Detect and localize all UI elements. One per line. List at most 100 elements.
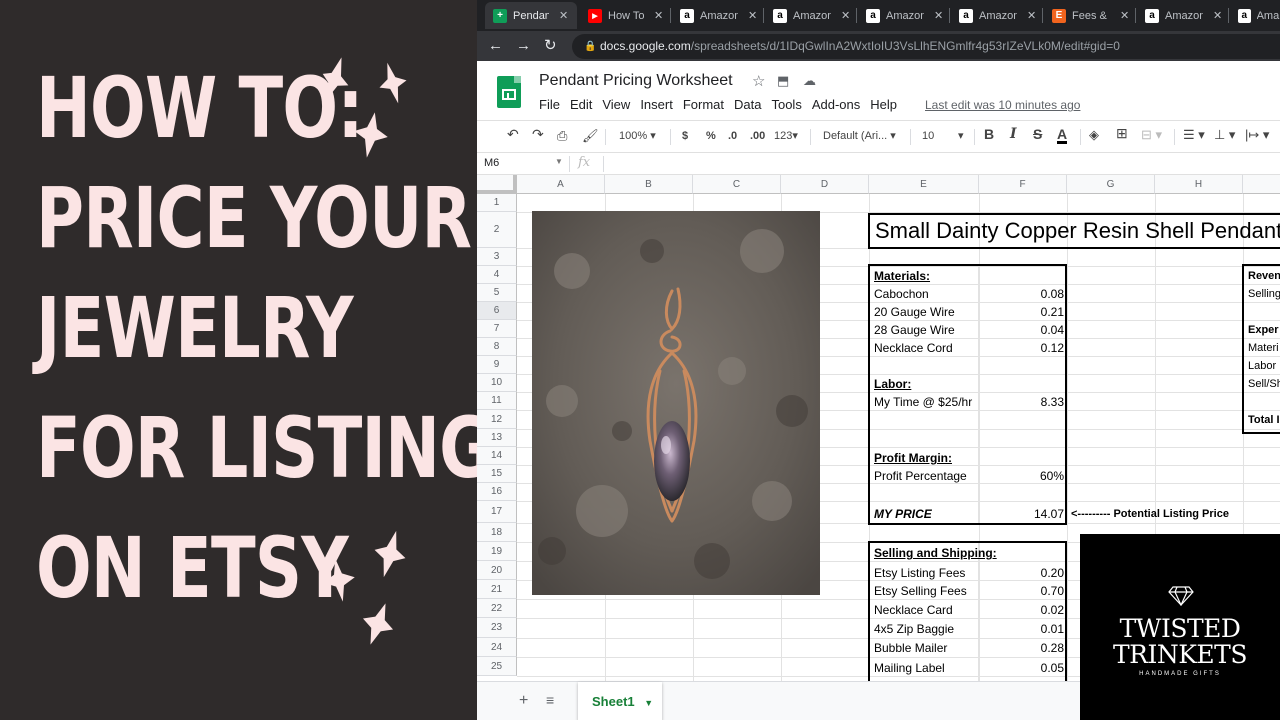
menu-format[interactable]: Format xyxy=(683,97,724,112)
close-icon[interactable]: ✕ xyxy=(1213,9,1222,22)
material-value[interactable]: 0.04 xyxy=(982,321,1064,339)
selling-header[interactable]: Selling and Shipping: xyxy=(874,544,997,562)
column-header[interactable]: E xyxy=(869,175,979,194)
materials-header[interactable]: Materials: xyxy=(874,267,930,285)
menu-file[interactable]: File xyxy=(539,97,560,112)
paint-format-icon[interactable]: 🖌 xyxy=(582,128,599,143)
url-field[interactable]: 🔒 docs.google.com/spreadsheets/d/1IDqGwl… xyxy=(572,34,1280,59)
row-header[interactable]: 4 xyxy=(477,266,517,284)
browser-tab[interactable]: ▶ How To ✕ xyxy=(580,2,668,29)
close-icon[interactable]: ✕ xyxy=(654,9,663,22)
selling-value[interactable]: 0.02 xyxy=(982,601,1064,619)
row-header[interactable]: 24 xyxy=(477,638,517,657)
font-select[interactable]: Default (Ari... ▾ xyxy=(823,129,903,144)
row-header[interactable]: 11 xyxy=(477,392,517,410)
browser-tab[interactable]: a Amazon ✕ xyxy=(765,2,855,29)
selling-price-label[interactable]: Selling xyxy=(1248,285,1280,303)
labor-name[interactable]: My Time @ $25/hr xyxy=(874,393,972,411)
close-icon[interactable]: ✕ xyxy=(748,9,757,22)
row-header[interactable]: 14 xyxy=(477,447,517,465)
text-color-button[interactable]: A xyxy=(1057,127,1068,144)
forward-icon[interactable]: → xyxy=(516,37,531,55)
back-icon[interactable]: ← xyxy=(488,37,503,55)
menu-view[interactable]: View xyxy=(602,97,630,112)
column-header[interactable] xyxy=(1243,175,1280,194)
selling-value[interactable]: 0.20 xyxy=(982,564,1064,582)
row-header[interactable]: 22 xyxy=(477,599,517,618)
selling-name[interactable]: Etsy Listing Fees xyxy=(874,564,965,582)
print-icon[interactable]: ⎙ xyxy=(557,128,567,143)
menu-insert[interactable]: Insert xyxy=(640,97,673,112)
material-value[interactable]: 0.21 xyxy=(982,303,1064,321)
menu-addons[interactable]: Add-ons xyxy=(812,97,860,112)
font-size-select[interactable]: 10 xyxy=(922,129,934,144)
strikethrough-button[interactable]: S xyxy=(1033,127,1042,142)
close-icon[interactable]: ✕ xyxy=(934,9,943,22)
increase-decimal-button[interactable]: .00 xyxy=(750,129,765,144)
profit-value[interactable]: 60% xyxy=(982,467,1064,485)
selling-value[interactable]: 0.05 xyxy=(982,659,1064,677)
browser-tab[interactable]: a Amazon ✕ xyxy=(858,2,948,29)
browser-tab[interactable]: a Ama xyxy=(1230,2,1280,29)
row-header[interactable]: 6 xyxy=(477,302,517,320)
menu-tools[interactable]: Tools xyxy=(771,97,801,112)
row-header[interactable]: 12 xyxy=(477,410,517,429)
pendant-title-cell[interactable]: Small Dainty Copper Resin Shell Pendant xyxy=(868,213,1280,249)
row-header[interactable]: 9 xyxy=(477,356,517,374)
select-all-corner[interactable] xyxy=(477,175,517,194)
close-icon[interactable]: ✕ xyxy=(1027,9,1036,22)
selling-name[interactable]: Mailing Label xyxy=(874,659,945,677)
column-header[interactable]: D xyxy=(781,175,869,194)
profit-header[interactable]: Profit Margin: xyxy=(874,449,952,467)
vertical-align-icon[interactable]: ⊥ ▾ xyxy=(1214,127,1235,142)
row-header[interactable]: 19 xyxy=(477,542,517,561)
selling-name[interactable]: 4x5 Zip Baggie xyxy=(874,620,954,638)
menu-help[interactable]: Help xyxy=(870,97,897,112)
row-header[interactable]: 2 xyxy=(477,212,517,248)
row-header[interactable]: 1 xyxy=(477,194,517,212)
material-value[interactable]: 0.12 xyxy=(982,339,1064,357)
material-name[interactable]: Necklace Cord xyxy=(874,339,953,357)
browser-tab[interactable]: + Pendant ✕ xyxy=(485,2,577,29)
profit-name[interactable]: Profit Percentage xyxy=(874,467,967,485)
undo-icon[interactable]: ↶ xyxy=(507,127,519,142)
more-formats-select[interactable]: 123▾ xyxy=(774,129,798,144)
sheets-logo-icon[interactable] xyxy=(497,76,521,108)
total-label[interactable]: Total I xyxy=(1248,411,1280,429)
percent-button[interactable]: % xyxy=(706,129,716,144)
browser-tab[interactable]: a Amazon ✕ xyxy=(672,2,762,29)
column-header[interactable]: B xyxy=(605,175,693,194)
menu-edit[interactable]: Edit xyxy=(570,97,592,112)
reload-icon[interactable]: ↻ xyxy=(544,37,557,55)
borders-icon[interactable]: ⊞ xyxy=(1116,126,1128,141)
potential-listing-note[interactable]: <--------- Potential Listing Price xyxy=(1071,508,1229,520)
expense-sell-ship[interactable]: Sell/Sh xyxy=(1248,375,1280,393)
cloud-status-icon[interactable]: ☁ xyxy=(803,73,816,89)
column-header[interactable]: G xyxy=(1067,175,1155,194)
row-header[interactable]: 10 xyxy=(477,374,517,392)
row-header[interactable]: 16 xyxy=(477,483,517,501)
document-title[interactable]: Pendant Pricing Worksheet xyxy=(539,72,733,90)
expense-labor[interactable]: Labor xyxy=(1248,357,1276,375)
row-header[interactable]: 20 xyxy=(477,561,517,580)
selling-name[interactable]: Bubble Mailer xyxy=(874,639,947,657)
lock-icon[interactable]: 🔒 xyxy=(584,34,596,59)
zoom-select[interactable]: 100% ▾ xyxy=(619,129,656,144)
currency-button[interactable]: $ xyxy=(682,129,688,144)
column-header[interactable]: C xyxy=(693,175,781,194)
material-name[interactable]: Cabochon xyxy=(874,285,929,303)
selling-name[interactable]: Necklace Card xyxy=(874,601,953,619)
chevron-down-icon[interactable]: ▼ xyxy=(555,157,563,166)
column-header[interactable]: F xyxy=(979,175,1067,194)
chevron-down-icon[interactable]: ▾ xyxy=(958,129,964,144)
decrease-decimal-button[interactable]: .0 xyxy=(728,129,737,144)
row-header[interactable]: 17 xyxy=(477,501,517,523)
column-header[interactable]: A xyxy=(517,175,605,194)
align-left-icon[interactable]: ☰ ▾ xyxy=(1183,127,1205,142)
sheet-tab[interactable]: Sheet1 ▼ xyxy=(578,682,662,720)
text-wrap-icon[interactable]: |↦ ▾ xyxy=(1245,127,1269,142)
selling-name[interactable]: Etsy Selling Fees xyxy=(874,582,967,600)
star-icon[interactable]: ☆ xyxy=(752,72,765,90)
fill-color-icon[interactable]: ◈ xyxy=(1089,127,1099,142)
chevron-down-icon[interactable]: ▼ xyxy=(644,698,653,708)
